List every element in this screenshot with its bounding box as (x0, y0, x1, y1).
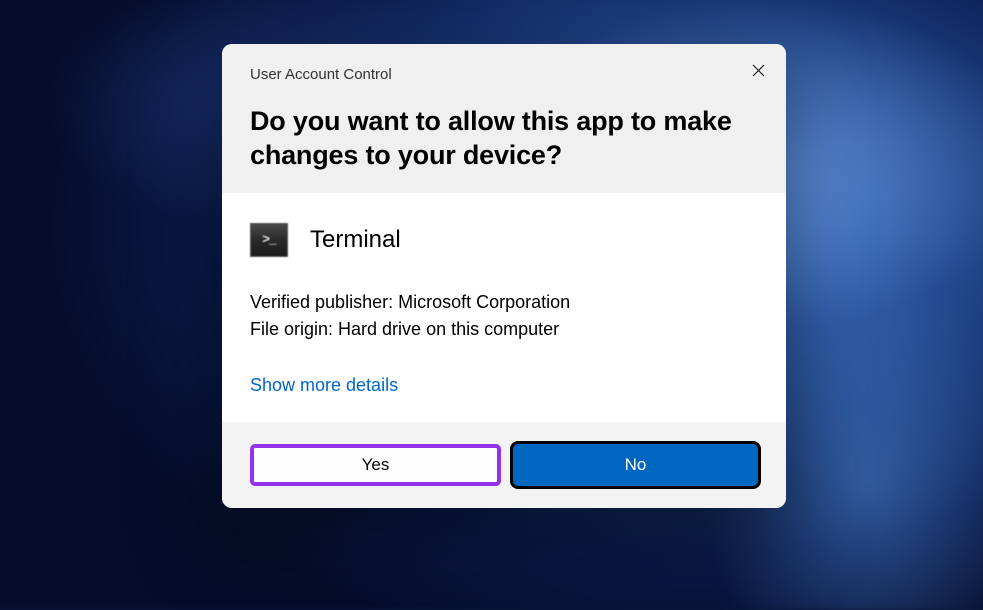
dialog-title-small: User Account Control (250, 66, 758, 83)
dialog-header: User Account Control Do you want to allo… (222, 44, 786, 193)
yes-button[interactable]: Yes (250, 444, 501, 486)
uac-dialog: User Account Control Do you want to allo… (222, 44, 786, 508)
show-details-link[interactable]: Show more details (250, 375, 398, 396)
origin-line: File origin: Hard drive on this computer (250, 316, 758, 343)
no-button[interactable]: No (513, 444, 758, 486)
dialog-title-large: Do you want to allow this app to make ch… (250, 105, 758, 173)
terminal-icon (250, 223, 288, 257)
app-row: Terminal (250, 223, 758, 257)
close-icon (752, 64, 765, 77)
dialog-footer: Yes No (222, 422, 786, 508)
publisher-line: Verified publisher: Microsoft Corporatio… (250, 289, 758, 316)
close-button[interactable] (746, 58, 770, 82)
app-name: Terminal (310, 226, 401, 254)
dialog-body: Terminal Verified publisher: Microsoft C… (222, 193, 786, 422)
